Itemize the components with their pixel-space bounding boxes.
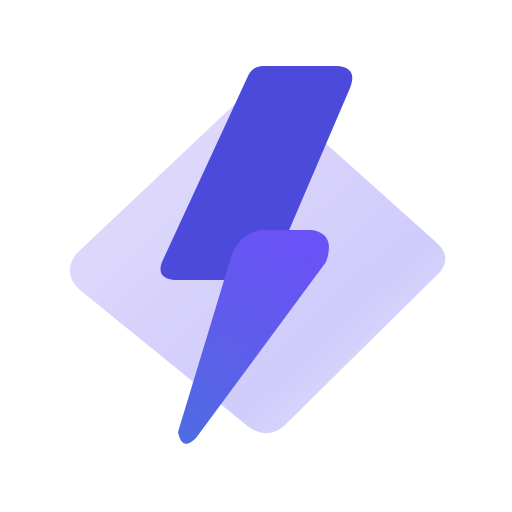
lightning-bolt-app-icon <box>69 66 446 444</box>
app-icon-canvas <box>0 0 512 512</box>
